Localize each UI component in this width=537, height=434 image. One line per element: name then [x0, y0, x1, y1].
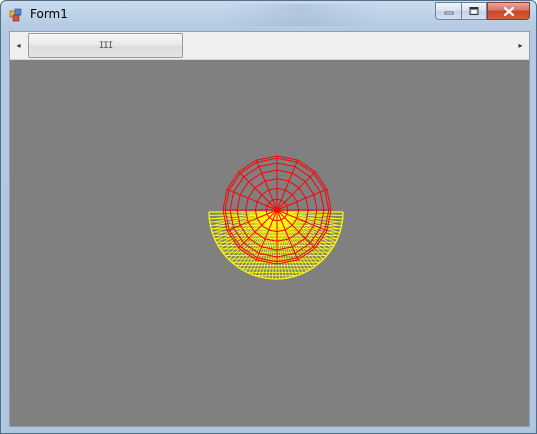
minimize-icon — [444, 11, 453, 15]
restore-icon — [469, 7, 479, 15]
background-window-blur — [221, 4, 381, 26]
app-icon[interactable] — [9, 8, 23, 22]
window-title: Form1 — [30, 7, 68, 21]
horizontal-scrollbar[interactable]: ◂ III ▸ — [10, 32, 529, 60]
scrollbar-thumb[interactable]: III — [28, 33, 183, 58]
arrow-right-icon: ▸ — [518, 41, 523, 50]
scroll-right-button[interactable]: ▸ — [512, 32, 529, 59]
scroll-left-button[interactable]: ◂ — [10, 32, 27, 59]
wireframe-hemisphere — [208, 211, 344, 280]
sphere-meridian — [276, 171, 316, 211]
arrow-left-icon: ◂ — [16, 41, 21, 50]
caption-buttons — [435, 2, 530, 21]
application-window: Form1 ◂ III ▸ — [0, 0, 537, 434]
title-bar[interactable]: Form1 — [1, 1, 536, 30]
wireframe-sphere — [222, 155, 332, 265]
drawing-canvas — [208, 155, 344, 280]
grip-icon: III — [98, 40, 113, 51]
close-button[interactable] — [487, 2, 530, 20]
close-icon — [503, 6, 514, 16]
client-area: ◂ III ▸ — [9, 31, 530, 427]
sphere-meridian — [238, 171, 278, 211]
maximize-button[interactable] — [461, 2, 487, 20]
minimize-button[interactable] — [435, 2, 461, 20]
